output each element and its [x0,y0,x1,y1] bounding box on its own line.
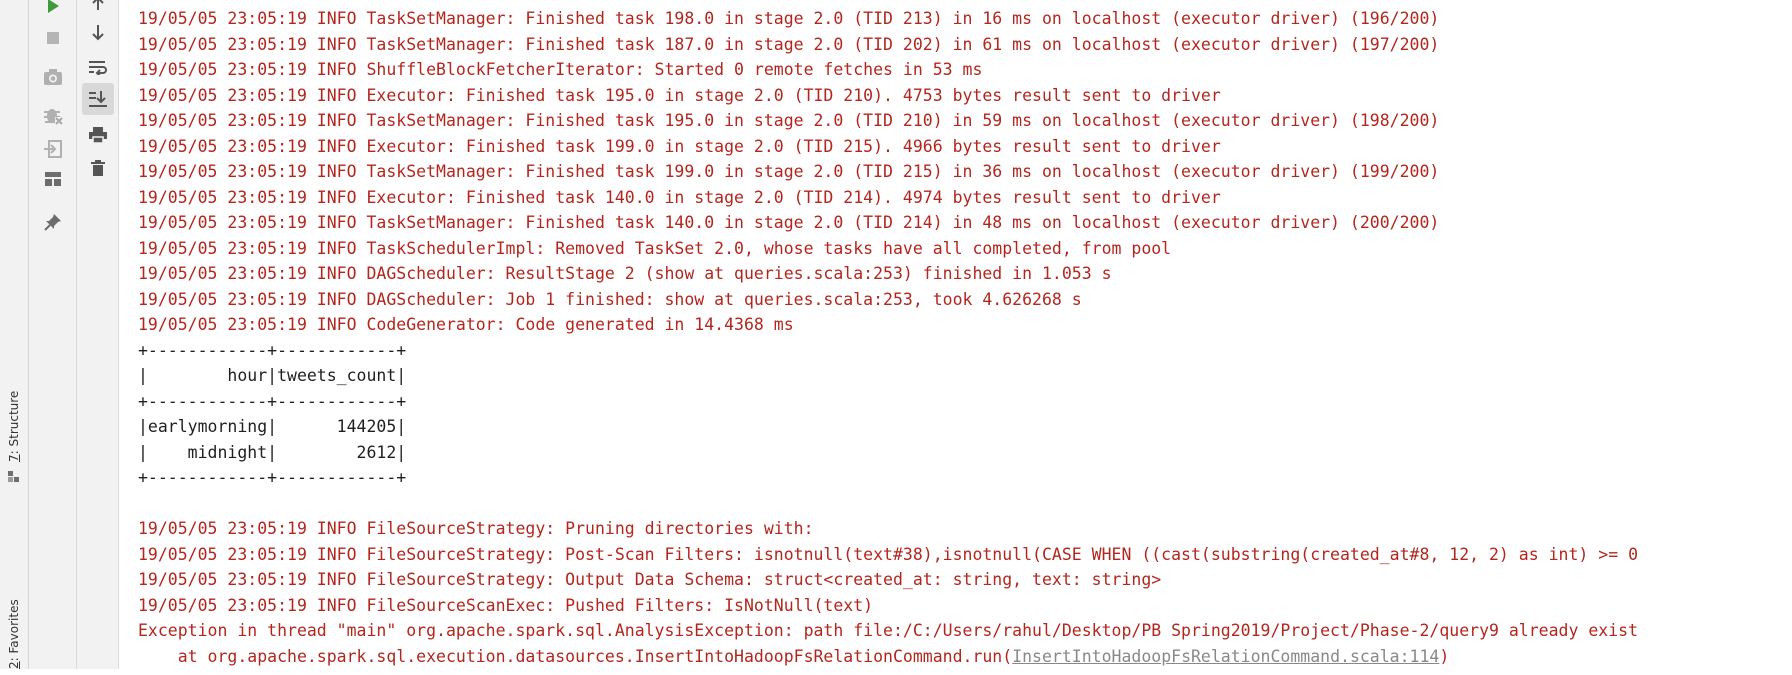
log-line: 19/05/05 23:05:19 INFO Executor: Finishe… [138,187,1221,207]
soft-wrap-icon [88,61,107,75]
print-button[interactable] [82,119,114,151]
pin-button[interactable] [37,206,69,238]
table-output-line: | hour|tweets_count| [138,366,407,385]
log-line: 19/05/05 23:05:19 INFO Executor: Finishe… [138,136,1221,156]
print-icon [88,127,107,144]
stop-button[interactable] [37,22,69,54]
log-line: 19/05/05 23:05:19 INFO FileSourceStrateg… [138,519,814,538]
log-line: Exception in thread "main" org.apache.sp… [138,621,1639,640]
log-line: 19/05/05 23:05:19 INFO TaskSetManager: F… [138,9,1440,28]
table-output-line: +------------+------------+ [138,468,407,487]
log-line: 19/05/05 23:05:19 INFO TaskSchedulerImpl… [138,238,1172,258]
structure-icon [8,468,20,482]
favorites-tab[interactable]: 2: Favorites [7,599,21,669]
login-icon [43,140,62,158]
down-button[interactable] [82,17,114,49]
log-line: 19/05/05 23:05:19 INFO CodeGenerator: Co… [138,315,794,334]
log-line: 19/05/05 23:05:19 INFO TaskSetManager: F… [138,162,1440,181]
run-button[interactable] [37,0,69,22]
log-line: 19/05/05 23:05:19 INFO FileSourceStrateg… [138,544,1639,564]
log-line: 19/05/05 23:05:19 INFO Executor: Finishe… [138,85,1221,105]
console-lines: 19/05/05 23:05:19 INFO TaskSetManager: F… [138,6,1792,644]
pin-icon [43,214,61,231]
log-line: 19/05/05 23:05:19 INFO FileSourceStrateg… [138,570,1162,589]
run-icon [47,0,59,13]
scroll-to-end-icon [88,91,107,107]
debug-icon [43,109,63,125]
stack-trace-link[interactable]: InsertIntoHadoopFsRelationCommand.scala:… [1012,647,1439,666]
soft-wrap-button[interactable] [82,51,114,83]
trash-icon [90,160,105,176]
table-output-line: | midnight| 2612| [138,442,407,462]
layout-button[interactable] [37,163,69,195]
stack-trace-line: at org.apache.spark.sql.execution.dataso… [138,644,1792,670]
down-arrow-icon [91,25,104,41]
log-line: 19/05/05 23:05:19 INFO TaskSetManager: F… [138,213,1440,232]
console-toolbar [77,0,119,669]
login-button[interactable] [37,133,69,165]
left-tool-window-strip: 7: Structure 2: Favorites [0,0,29,669]
log-line: 19/05/05 23:05:19 INFO FileSourceScanExe… [138,595,874,615]
scroll-to-end-button[interactable] [81,83,114,115]
camera-button[interactable] [37,61,69,93]
table-output-line: +------------+------------+ [138,340,407,360]
stop-icon [46,32,59,44]
stack-trace-prefix: at org.apache.spark.sql.execution.dataso… [138,646,1013,666]
clear-button[interactable] [82,152,114,184]
layout-icon [44,172,61,186]
log-line: 19/05/05 23:05:19 INFO DAGScheduler: Job… [138,289,1082,309]
structure-tab-label: : Structure [7,390,21,455]
log-line: 19/05/05 23:05:19 INFO TaskSetManager: F… [138,111,1440,130]
table-output-line [138,491,1792,517]
debug-button[interactable] [37,99,69,131]
structure-tab[interactable]: 7: Structure [7,391,21,462]
console-output[interactable]: 19/05/05 23:05:19 INFO TaskSetManager: F… [138,0,1792,675]
up-arrow-icon [91,0,104,10]
log-line: 19/05/05 23:05:19 INFO TaskSetManager: F… [138,34,1440,54]
stack-trace-suffix: ) [1439,646,1450,666]
structure-tab-number: 7 [7,454,21,462]
log-line: 19/05/05 23:05:19 INFO DAGScheduler: Res… [138,264,1112,283]
camera-icon [43,69,62,85]
table-output-line: |earlymorning| 144205| [138,417,407,436]
log-line: 19/05/05 23:05:19 INFO ShuffleBlockFetch… [138,60,983,79]
table-output-line: +------------+------------+ [138,391,407,411]
favorites-tab-number: 2 [7,661,21,669]
favorites-tab-label: : Favorites [7,599,21,662]
run-toolbar [29,0,77,669]
